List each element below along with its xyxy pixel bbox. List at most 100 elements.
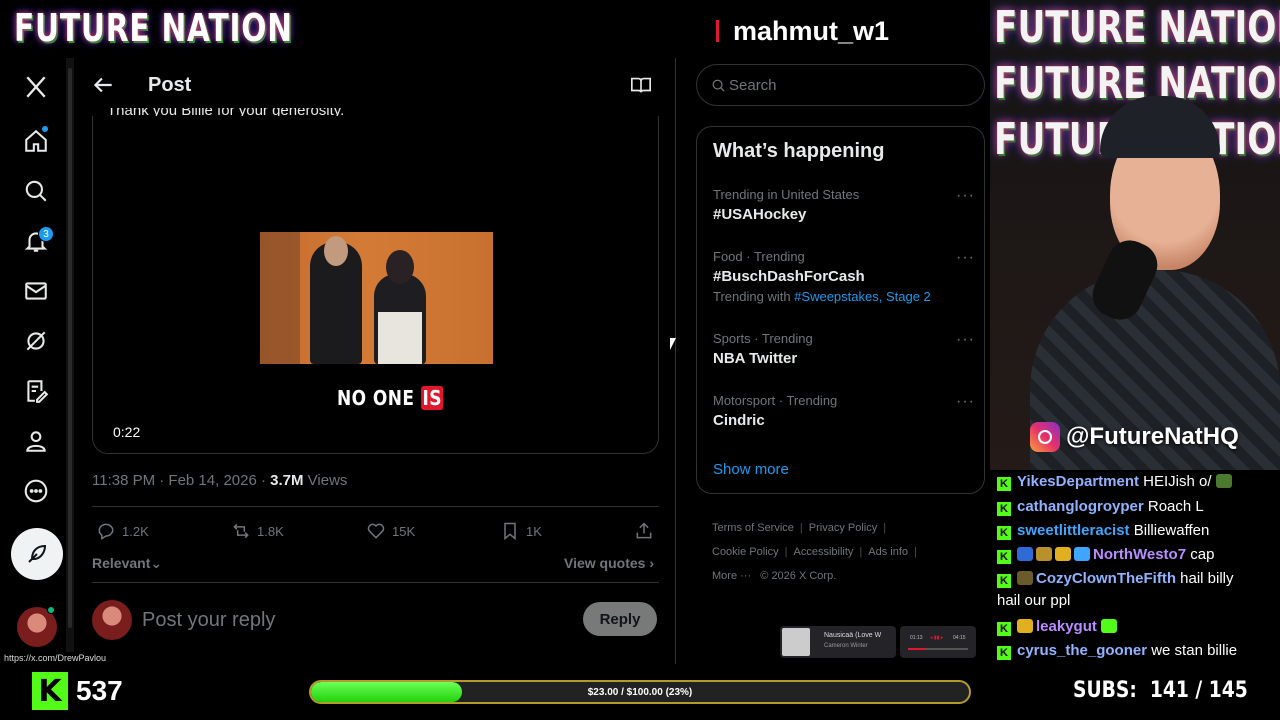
search-box[interactable]	[696, 64, 985, 106]
scrollbar-thumb[interactable]	[68, 68, 72, 628]
chevron-right-icon: ›	[649, 555, 654, 571]
nav-grok[interactable]	[11, 318, 61, 364]
footer-privacy-link[interactable]: Privacy Policy	[809, 522, 877, 534]
chat-text: Roach L	[1143, 498, 1204, 515]
player-controls-icon: ◂ ▮▮ ▸	[930, 635, 944, 641]
repost-icon	[233, 523, 249, 539]
kick-badge-icon: K	[997, 477, 1011, 491]
crown-icon	[1017, 619, 1033, 633]
video-caption: NO ONE IS	[337, 386, 444, 410]
kick-badge-icon: K	[997, 526, 1011, 540]
bookmark-icon	[504, 522, 516, 541]
nav-more[interactable]	[11, 468, 61, 514]
reply-avatar[interactable]	[92, 600, 132, 640]
chat-message: Ksweetlittleracist Billiewaffen	[997, 521, 1209, 541]
chat-message: Kcyrus_the_gooner we stan billie	[997, 641, 1237, 661]
more-icon[interactable]: ···	[956, 331, 975, 349]
nav-explore[interactable]	[11, 168, 61, 214]
post-timestamp[interactable]: 11:38 PM · Feb 14, 2026 ·	[92, 472, 270, 489]
back-button[interactable]	[90, 72, 116, 98]
video-player[interactable]: NO ONE IS 0:22	[92, 116, 659, 454]
bookmark-action[interactable]: 1K	[500, 520, 542, 542]
footer-terms-link[interactable]: Terms of Service	[712, 522, 794, 534]
x-logo-icon[interactable]	[11, 64, 61, 110]
trend-context: Trending in United States	[713, 187, 860, 202]
chat-text: hail our ppl	[997, 592, 1071, 609]
trend-item[interactable]: Trending in United States #USAHockey ···	[713, 187, 975, 223]
footer-accessibility-link[interactable]: Accessibility	[794, 546, 854, 558]
home-new-dot	[41, 125, 49, 133]
chat-username[interactable]: sweetlittleracist	[1017, 522, 1130, 539]
chat-username[interactable]: cathanglogroyper	[1017, 498, 1144, 515]
video-frame[interactable]	[260, 232, 493, 364]
repost-action[interactable]: 1.8K	[231, 520, 284, 542]
chat-username[interactable]: leakygut	[1036, 618, 1097, 635]
reply-sort-dropdown[interactable]: Relevant⌄	[92, 555, 162, 572]
lists-icon	[27, 380, 49, 403]
more-icon[interactable]: ···	[956, 187, 975, 205]
trend-item[interactable]: Food · Trending #BuschDashForCash Trendi…	[713, 249, 975, 304]
kick-badge-icon: K	[997, 622, 1011, 636]
footer-ads-link[interactable]: Ads info	[868, 546, 908, 558]
kick-logo-icon: K	[32, 672, 68, 710]
like-action[interactable]: 15K	[366, 520, 415, 542]
footer-cookie-link[interactable]: Cookie Policy	[712, 546, 779, 558]
album-art	[782, 628, 810, 656]
reply-button[interactable]: Reply	[583, 602, 657, 636]
share-action[interactable]	[634, 520, 654, 542]
more-icon[interactable]: ···	[956, 249, 975, 267]
chat-username[interactable]: NorthWesto7	[1093, 546, 1186, 563]
reply-sort-label: Relevant	[92, 555, 151, 571]
show-more-link[interactable]: Show more	[713, 461, 789, 478]
video-caption-highlight: IS	[420, 386, 444, 410]
now-playing-artist: Cameron Winter	[824, 643, 868, 649]
reply-input[interactable]	[142, 606, 562, 634]
emote-icon	[1100, 619, 1117, 633]
view-quotes-link[interactable]: View quotes ›	[564, 555, 654, 571]
mail-icon	[25, 282, 47, 300]
trends-title: What’s happening	[713, 140, 885, 162]
compose-post-button[interactable]	[11, 528, 63, 580]
trend-item[interactable]: Sports · Trending NBA Twitter ···	[713, 331, 975, 367]
like-count: 15K	[392, 523, 416, 539]
chat-username[interactable]: cyrus_the_gooner	[1017, 642, 1147, 659]
trend-name: #USAHockey	[713, 206, 807, 223]
post-views-label: Views	[303, 472, 348, 489]
donation-goal-label: $23.00 / $100.00 (23%)	[587, 686, 693, 698]
trend-item[interactable]: Motorsport · Trending Cindric ···	[713, 393, 975, 429]
kick-count-value: 537	[76, 675, 123, 706]
page-scrollbar[interactable]	[66, 58, 74, 664]
x-sidebar-nav: 3	[0, 58, 72, 664]
more-icon[interactable]: ···	[956, 393, 975, 411]
nav-home[interactable]	[11, 118, 61, 164]
trend-with-tags[interactable]: #Sweepstakes, Stage 2	[794, 289, 931, 304]
profile-icon	[26, 431, 46, 452]
search-icon	[712, 79, 725, 92]
post-header: Post	[76, 58, 674, 112]
trend-name: #BuschDashForCash	[713, 268, 865, 285]
reader-mode-button[interactable]	[630, 74, 652, 96]
chat-username[interactable]: YikesDepartment	[1017, 473, 1139, 490]
video-person-right-head	[386, 250, 414, 284]
chat-username[interactable]: CozyClownTheFifth	[1036, 570, 1176, 587]
reply-action[interactable]: 1.2K	[96, 520, 149, 542]
nav-profile[interactable]	[11, 418, 61, 464]
chat-text: Billiewaffen	[1129, 522, 1210, 539]
subs-counter: SUBS: 141 / 145	[1073, 678, 1248, 703]
bookmark-count: 1K	[526, 523, 542, 539]
video-person-left-head	[324, 236, 348, 266]
chat-message-continued: hail our ppl	[997, 591, 1070, 611]
view-quotes-label: View quotes	[564, 555, 646, 571]
video-timestamp: 0:22	[113, 424, 141, 440]
nav-messages[interactable]	[11, 268, 61, 314]
footer-more-link[interactable]: More ···	[712, 570, 751, 582]
chat-text: HEIJish o/	[1139, 473, 1212, 490]
arrow-left-icon	[93, 77, 112, 93]
live-indicator-bar	[716, 20, 719, 42]
badge-icon	[1036, 547, 1052, 561]
nav-notifications[interactable]: 3	[11, 218, 61, 264]
search-input[interactable]	[729, 75, 969, 95]
chat-message: K NorthWesto7 cap	[997, 545, 1214, 565]
player-total: 04:15	[953, 635, 966, 641]
nav-lists[interactable]	[11, 368, 61, 414]
